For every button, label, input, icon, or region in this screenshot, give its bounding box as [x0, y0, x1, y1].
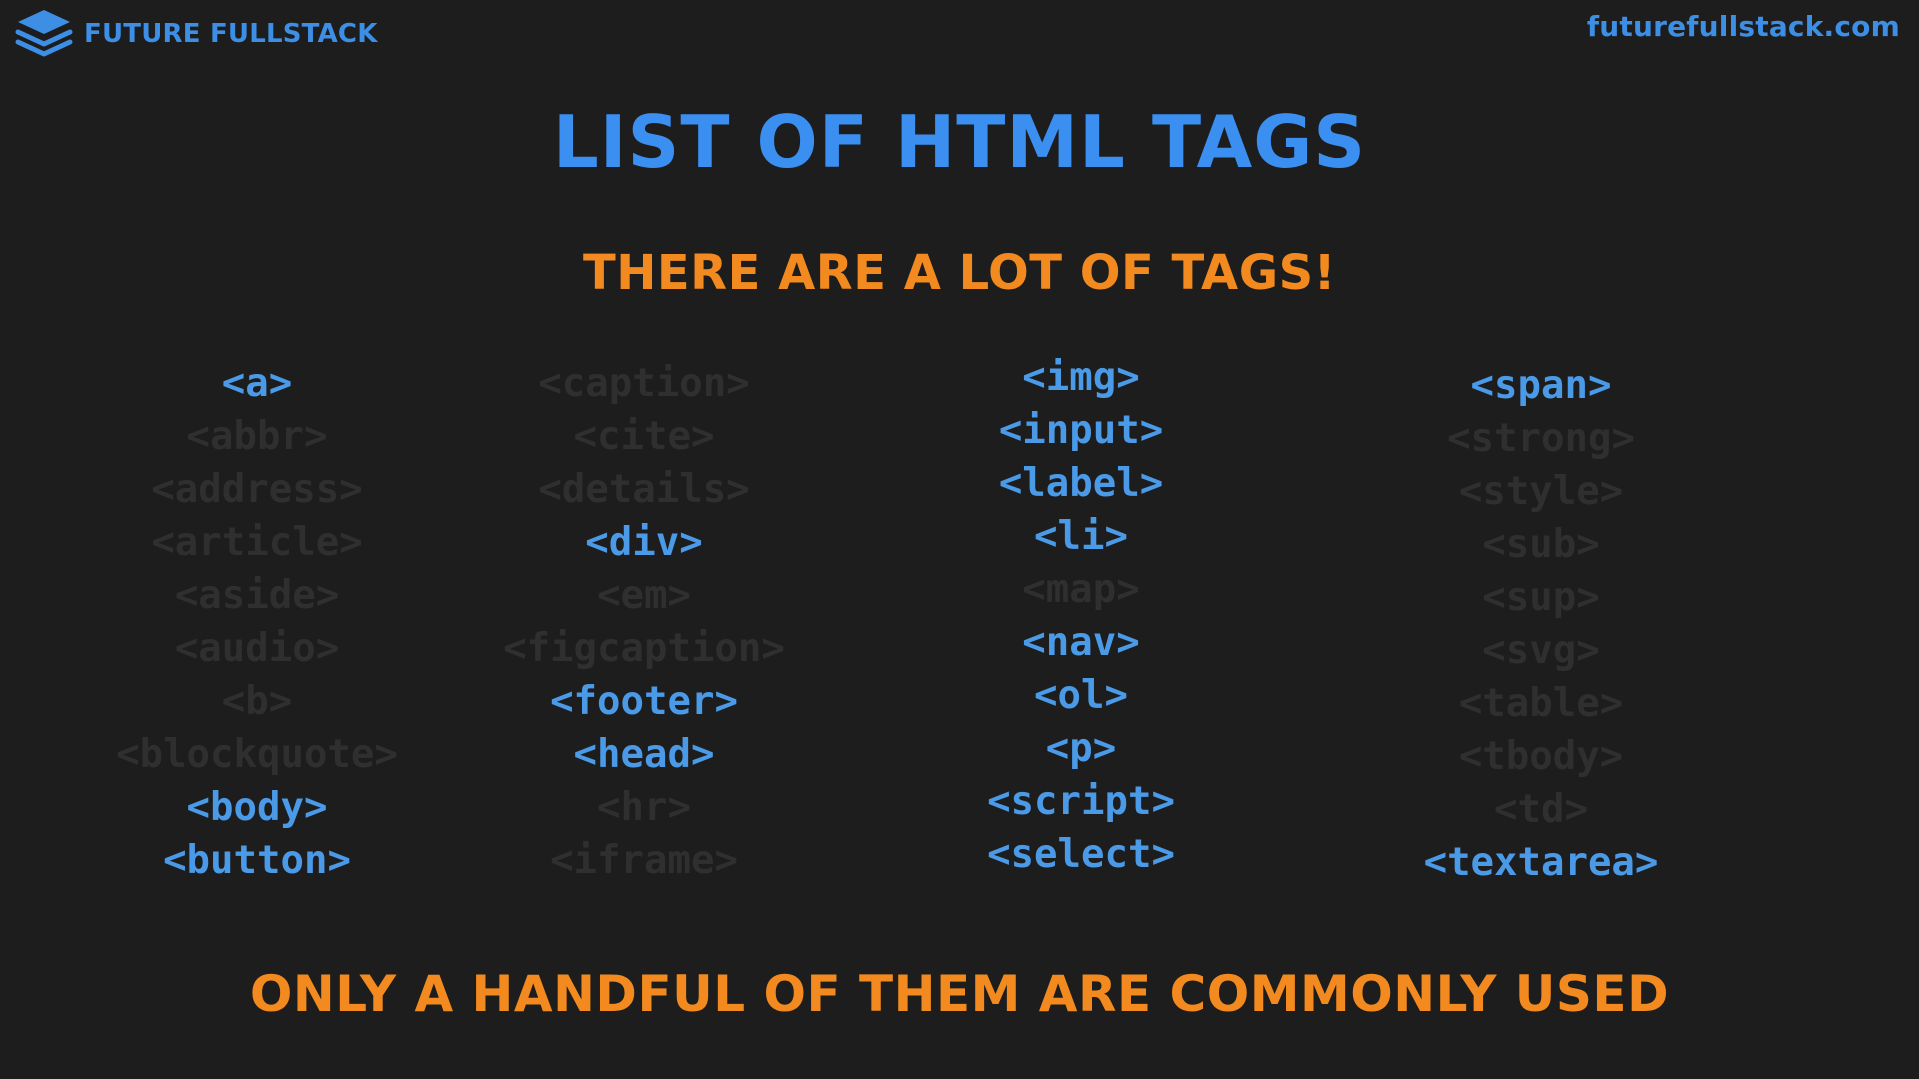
tag-item-highlighted: <label> — [998, 461, 1164, 506]
tag-item-faded: <sup> — [1482, 575, 1600, 620]
brand-name: FUTURE FULLSTACK — [84, 19, 378, 49]
footer-note: ONLY A HANDFUL OF THEM ARE COMMONLY USED — [249, 965, 1670, 1023]
tag-item-highlighted: <select> — [987, 832, 1175, 877]
tag-item-highlighted: <li> — [1034, 514, 1128, 559]
tag-item-faded: <caption> — [538, 361, 750, 406]
tag-item-faded: <iframe> — [550, 838, 738, 883]
tag-item-highlighted: <ol> — [1034, 673, 1128, 718]
tag-item-highlighted: <input> — [998, 408, 1164, 453]
subtitle: THERE ARE A LOT OF TAGS! — [582, 245, 1337, 301]
tag-item-highlighted: <body> — [186, 785, 328, 830]
tag-item-faded: <sub> — [1482, 522, 1600, 567]
tag-item-faded: <abbr> — [186, 414, 328, 459]
tag-item-highlighted: <a> — [221, 361, 293, 406]
tag-item-highlighted: <div> — [585, 520, 703, 565]
brand: FUTURE FULLSTACK — [14, 8, 378, 60]
tag-item-faded: <style> — [1458, 469, 1624, 514]
tag-item-faded: <table> — [1458, 681, 1624, 726]
tag-item-highlighted: <span> — [1470, 363, 1612, 408]
site-url: futurefullstack.com — [1586, 10, 1900, 43]
tag-item-faded: <address> — [151, 467, 363, 512]
tag-item-highlighted: <nav> — [1022, 620, 1140, 665]
tag-item-faded: <aside> — [174, 573, 340, 618]
tag-item-faded: <figcaption> — [503, 626, 785, 671]
tag-item-faded: <svg> — [1482, 628, 1600, 673]
stacked-layers-icon — [15, 10, 73, 57]
tag-item-faded: <map> — [1022, 567, 1140, 612]
tag-item-faded: <details> — [538, 467, 750, 512]
tag-item-highlighted: <button> — [163, 838, 351, 883]
tag-item-highlighted: <img> — [1022, 355, 1140, 400]
page-title: LIST OF HTML TAGS — [552, 100, 1367, 184]
tag-item-faded: <strong> — [1447, 416, 1635, 461]
tag-item-faded: <audio> — [174, 626, 340, 671]
tag-item-faded: <blockquote> — [116, 732, 398, 777]
tag-item-faded: <hr> — [597, 785, 691, 830]
tag-item-faded: <tbody> — [1458, 734, 1624, 779]
tag-item-highlighted: <head> — [573, 732, 715, 777]
tag-item-highlighted: <p> — [1045, 726, 1117, 771]
tag-item-faded: <em> — [597, 573, 691, 618]
tag-item-highlighted: <textarea> — [1423, 840, 1659, 885]
tag-item-faded: <b> — [221, 679, 293, 724]
tag-item-highlighted: <script> — [987, 779, 1175, 824]
tag-item-faded: <article> — [151, 520, 363, 565]
tag-item-faded: <cite> — [573, 414, 715, 459]
tag-item-faded: <td> — [1494, 787, 1588, 832]
tag-item-highlighted: <footer> — [550, 679, 738, 724]
